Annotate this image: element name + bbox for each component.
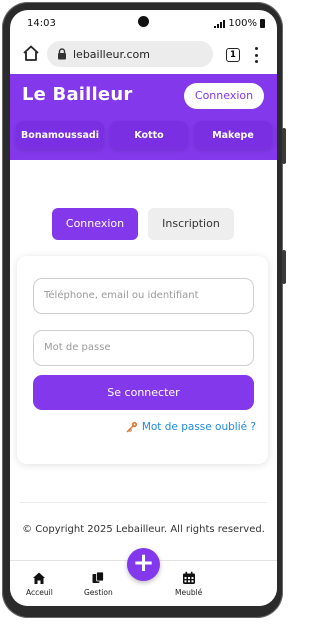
copyright-text: © Copyright 2025 Lebailleur. All rights … (22, 524, 265, 535)
nav-home[interactable]: Acceuil (26, 571, 53, 597)
nav-furnished[interactable]: Meublé (175, 571, 202, 597)
forgot-password-label: Mot de passe oublié ? (141, 421, 256, 433)
address-bar[interactable]: lebailleur.com (47, 41, 213, 67)
add-button[interactable]: + (127, 548, 160, 581)
tab-register[interactable]: Inscription (148, 208, 234, 240)
neighborhood-chip[interactable]: Kotto (110, 121, 188, 149)
neighborhood-chip[interactable]: Makepe (194, 121, 272, 149)
neighborhood-chips: Bonamoussadi Kotto Makepe (10, 121, 277, 149)
home-icon[interactable] (22, 44, 40, 62)
status-indicators: 100% (214, 18, 265, 29)
nav-management-label: Gestion (84, 588, 113, 597)
volume-button (282, 128, 286, 164)
tab-login[interactable]: Connexion (52, 208, 138, 240)
nav-home-label: Acceuil (26, 588, 53, 597)
home-icon (33, 572, 46, 584)
nav-management[interactable]: Gestion (84, 571, 113, 597)
power-button (282, 250, 286, 284)
header-fade (10, 146, 277, 160)
neighborhood-chip[interactable]: Bonamoussadi (16, 121, 104, 149)
plus-icon: + (132, 548, 155, 578)
forgot-password-link[interactable]: Mot de passe oublié ? (126, 421, 256, 433)
header-login-button[interactable]: Connexion (184, 83, 264, 109)
identifier-input[interactable]: Téléphone, email ou identifiant (33, 278, 254, 314)
tabs-icon[interactable]: 1 (226, 48, 240, 62)
site-logo[interactable]: Le Bailleur (22, 84, 132, 105)
login-submit-button[interactable]: Se connecter (33, 375, 254, 410)
footer-divider (20, 502, 267, 503)
more-icon[interactable] (254, 47, 258, 63)
phone-screen: 14:03 100% lebailleur.com 1 Le Bailleur … (10, 10, 277, 606)
calendar-icon (182, 571, 195, 584)
copy-icon (92, 571, 105, 583)
site-header: Le Bailleur Connexion Bonamoussadi Kotto… (10, 74, 277, 160)
nav-furnished-label: Meublé (175, 588, 203, 597)
password-input[interactable]: Mot de passe (33, 330, 254, 366)
login-section: Connexion Inscription Téléphone, email o… (10, 160, 277, 560)
browser-toolbar: lebailleur.com 1 (10, 36, 277, 74)
battery-icon (260, 19, 265, 28)
signal-icon (214, 19, 226, 28)
battery-percent: 100% (228, 18, 257, 29)
url-text: lebailleur.com (73, 47, 150, 61)
login-card: Téléphone, email ou identifiant Mot de p… (17, 256, 268, 464)
camera-cutout (138, 16, 149, 27)
status-time: 14:03 (27, 18, 56, 29)
lock-icon (58, 48, 66, 60)
key-icon (126, 421, 137, 433)
status-bar: 14:03 100% (10, 10, 277, 36)
